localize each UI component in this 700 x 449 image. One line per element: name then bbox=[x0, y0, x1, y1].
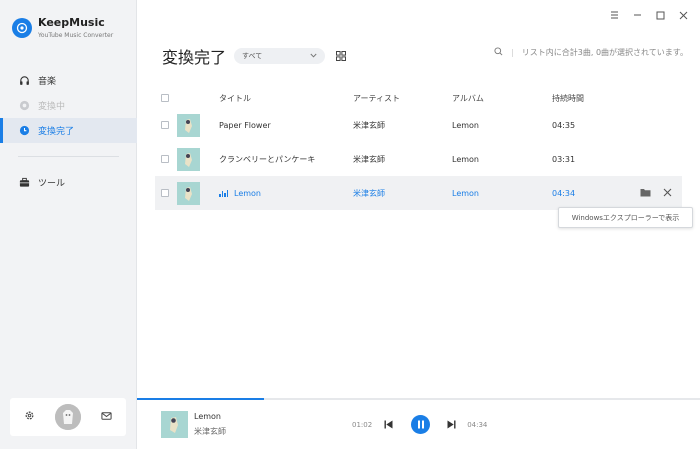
close-icon[interactable] bbox=[678, 9, 688, 21]
toolbox-icon bbox=[18, 177, 30, 189]
table-row[interactable]: Paper Flower 米津玄師 Lemon 04:35 bbox=[155, 108, 682, 142]
pause-button[interactable] bbox=[411, 415, 431, 434]
sidebar-item-label: 変換中 bbox=[38, 102, 66, 112]
avatar[interactable] bbox=[55, 404, 81, 430]
separator: | bbox=[511, 48, 514, 57]
sidebar-item-label: 音楽 bbox=[38, 77, 57, 87]
track-album: Lemon bbox=[452, 120, 479, 130]
album-art bbox=[177, 113, 200, 137]
track-album: Lemon bbox=[452, 188, 479, 198]
track-artist: 米津玄師 bbox=[353, 120, 385, 130]
minimize-icon[interactable] bbox=[632, 9, 642, 21]
row-checkbox[interactable] bbox=[161, 121, 169, 129]
grid-view-icon[interactable] bbox=[335, 50, 347, 62]
player-bar: Lemon 米津玄師 01:02 04:34 bbox=[137, 398, 700, 449]
sidebar-divider bbox=[18, 156, 119, 157]
sidebar: KeepMusic YouTube Music Converter 音楽 変換中… bbox=[0, 0, 137, 449]
maximize-icon[interactable] bbox=[655, 9, 665, 21]
previous-track-icon[interactable] bbox=[384, 420, 393, 429]
track-title: Paper Flower bbox=[219, 120, 271, 130]
sidebar-nav: 音楽 変換中 変換完了 ツール bbox=[0, 68, 137, 195]
app-title: KeepMusic bbox=[38, 16, 105, 29]
track-duration: 04:35 bbox=[552, 120, 576, 130]
sidebar-item-tools[interactable]: ツール bbox=[0, 170, 137, 195]
player-track-title: Lemon bbox=[194, 412, 221, 421]
column-header-title[interactable]: タイトル bbox=[219, 93, 353, 104]
progress-bar[interactable] bbox=[137, 398, 700, 400]
track-table: タイトル アーティスト アルバム 持続時間 Paper Flower 米津玄師 … bbox=[155, 88, 682, 210]
page-header: 変換完了 すべて bbox=[162, 44, 347, 68]
sidebar-item-converted[interactable]: 変換完了 bbox=[0, 118, 137, 143]
column-header-artist[interactable]: アーティスト bbox=[353, 93, 452, 104]
progress-fill bbox=[137, 398, 265, 400]
current-time: 01:02 bbox=[352, 420, 373, 429]
table-row-selected[interactable]: Lemon 米津玄師 Lemon 04:34 bbox=[155, 176, 682, 210]
column-header-album[interactable]: アルバム bbox=[452, 93, 552, 104]
mail-icon[interactable] bbox=[101, 411, 112, 424]
playback-controls: 01:02 04:34 bbox=[352, 415, 487, 434]
track-duration: 04:34 bbox=[552, 188, 576, 198]
total-time: 04:34 bbox=[467, 420, 488, 429]
row-checkbox[interactable] bbox=[161, 189, 169, 197]
next-track-icon[interactable] bbox=[447, 420, 456, 429]
track-title: Lemon bbox=[234, 188, 261, 198]
logo-icon bbox=[12, 17, 32, 38]
table-header: タイトル アーティスト アルバム 持続時間 bbox=[155, 88, 682, 108]
now-playing-icon bbox=[219, 189, 228, 197]
headphones-icon bbox=[18, 75, 30, 87]
converting-icon bbox=[18, 100, 30, 112]
sidebar-item-label: ツール bbox=[38, 179, 66, 189]
row-checkbox[interactable] bbox=[161, 155, 169, 163]
delete-icon[interactable] bbox=[663, 188, 672, 199]
search-status-area: | リスト内に合計3曲, 0曲が選択されています。 bbox=[494, 47, 688, 58]
filter-value: すべて bbox=[242, 52, 263, 60]
folder-icon[interactable] bbox=[640, 188, 651, 199]
sidebar-item-label: 変換完了 bbox=[38, 127, 75, 137]
chevron-down-icon bbox=[310, 52, 317, 60]
filter-dropdown[interactable]: すべて bbox=[234, 48, 326, 64]
track-duration: 03:31 bbox=[552, 154, 576, 164]
clock-icon bbox=[18, 125, 30, 137]
track-album: Lemon bbox=[452, 154, 479, 164]
menu-icon[interactable] bbox=[609, 9, 619, 21]
sidebar-bottom-panel bbox=[10, 398, 126, 436]
track-artist: 米津玄師 bbox=[353, 188, 385, 198]
column-header-duration[interactable]: 持続時間 bbox=[552, 93, 622, 104]
settings-icon[interactable] bbox=[24, 410, 35, 424]
app-subtitle: YouTube Music Converter bbox=[38, 32, 114, 39]
window-controls bbox=[609, 9, 688, 21]
track-artist: 米津玄師 bbox=[353, 154, 385, 164]
sidebar-item-converting[interactable]: 変換中 bbox=[0, 93, 137, 118]
app-logo: KeepMusic YouTube Music Converter bbox=[12, 16, 113, 39]
track-title: クランベリーとパンケーキ bbox=[219, 154, 316, 164]
tooltip: Windowsエクスプローラーで表示 bbox=[558, 207, 693, 228]
album-art bbox=[177, 147, 200, 171]
table-row[interactable]: クランベリーとパンケーキ 米津玄師 Lemon 03:31 bbox=[155, 142, 682, 176]
search-icon[interactable] bbox=[494, 47, 503, 58]
list-status-text: リスト内に合計3曲, 0曲が選択されています。 bbox=[521, 48, 688, 57]
album-art bbox=[177, 181, 200, 205]
player-track-artist: 米津玄師 bbox=[194, 427, 226, 436]
sidebar-item-music[interactable]: 音楽 bbox=[0, 68, 137, 93]
select-all-checkbox[interactable] bbox=[161, 94, 169, 102]
page-title: 変換完了 bbox=[162, 48, 227, 67]
player-album-art bbox=[161, 411, 188, 438]
